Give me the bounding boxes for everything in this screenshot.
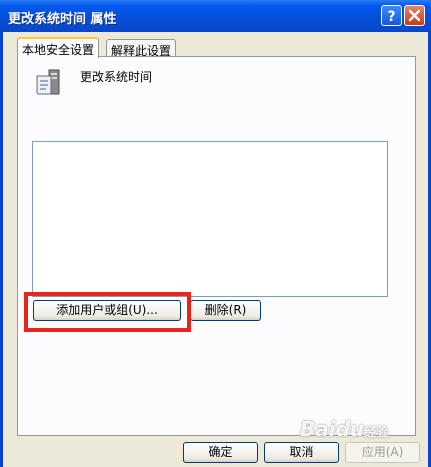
- close-button[interactable]: [404, 5, 425, 26]
- watermark-subtext: 经验: [364, 425, 389, 439]
- users-groups-list[interactable]: [32, 141, 388, 297]
- annotation-highlight-box: [24, 292, 191, 332]
- tab-local-security-setting[interactable]: 本地安全设置: [17, 37, 100, 58]
- help-button[interactable]: ?: [381, 5, 402, 26]
- svg-text:?: ?: [387, 9, 395, 25]
- watermark-text-2: du: [335, 417, 365, 441]
- policy-name: 更改系统时间: [80, 70, 153, 84]
- help-icon: ?: [387, 9, 395, 25]
- baidu-watermark: Baidu经验: [300, 417, 388, 441]
- cancel-button[interactable]: 取消: [264, 442, 339, 463]
- ok-button[interactable]: 确定: [183, 442, 258, 463]
- apply-button[interactable]: 应用(A): [345, 442, 420, 463]
- window-title: 更改系统时间 属性: [8, 12, 117, 27]
- watermark-text: Bai: [300, 417, 336, 441]
- close-icon: [408, 9, 421, 22]
- window-border-left: [0, 32, 3, 467]
- title-bar[interactable]: 更改系统时间 属性 ?: [0, 0, 431, 32]
- properties-dialog: 更改系统时间 属性 ? 本地安全设置 解释此设置 更改系统时间 添加用户或组(U…: [0, 0, 431, 467]
- policy-computer-icon: [36, 69, 60, 95]
- remove-button[interactable]: 删除(R): [190, 300, 261, 321]
